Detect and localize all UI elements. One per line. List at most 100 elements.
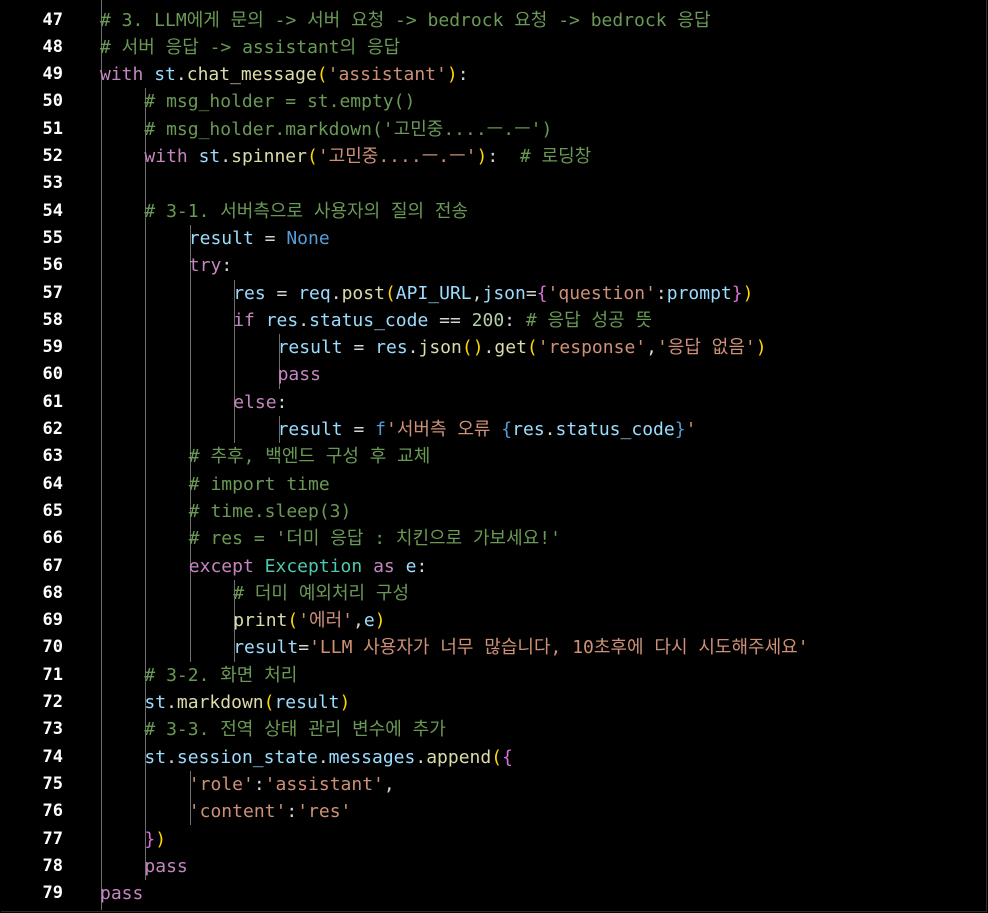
code-token: = [265, 282, 299, 304]
code-token: # 응답 성공 뜻 [525, 309, 653, 331]
code-line[interactable]: 68 # 더미 예외처리 구성 [0, 580, 988, 607]
line-number: 51 [42, 118, 63, 139]
code-text: with st.spinner('고민중....ㅡ.ㅡ'): # 로딩창 [144, 143, 591, 170]
code-token: session_state [176, 746, 318, 768]
code-text: result='LLM 사용자가 너무 많습니다, 10초후에 다시 시도해주세… [233, 634, 808, 661]
code-line[interactable]: 65 # time.sleep(3) [0, 498, 988, 525]
code-line[interactable]: 73 # 3-3. 전역 상태 관리 변수에 추가 [0, 716, 988, 743]
code-token: () [461, 337, 484, 359]
line-number: 70 [42, 637, 63, 658]
code-line[interactable]: 74 st.session_state.messages.append({ [0, 744, 988, 771]
code-line[interactable]: 62 result = f'서버측 오류 {res.status_code}' [0, 416, 988, 443]
line-number: 71 [42, 664, 63, 685]
code-token: . [415, 746, 427, 768]
code-token: ( [384, 282, 396, 304]
code-token: result [233, 637, 299, 659]
code-line[interactable]: 72 st.markdown(result) [0, 689, 988, 716]
code-editor[interactable]: 47 # 3. LLM에게 문의 -> 서버 요청 -> bedrock 요청 -… [0, 0, 988, 913]
code-token: ( [287, 610, 299, 632]
code-token: markdown [176, 692, 264, 713]
code-token: ) [446, 64, 458, 86]
code-token: , [646, 337, 657, 359]
code-line[interactable]: 69 print('에러',e) [0, 607, 988, 634]
code-line[interactable]: 57 res = req.post(API_URL,json={'question… [0, 280, 988, 307]
code-text: res = req.post(API_URL,json={'question':… [233, 280, 753, 307]
line-number: 63 [42, 446, 63, 467]
code-token: { [502, 746, 513, 768]
code-text: # 3-2. 화면 처리 [144, 662, 297, 689]
code-token: ) [155, 828, 167, 850]
code-line[interactable]: 49 with st.chat_message('assistant'): [0, 61, 988, 88]
code-text: # 3-1. 서버측으로 사용자의 질의 전송 [144, 198, 468, 225]
code-line[interactable]: 79 pass [0, 880, 988, 907]
code-token: 'res' [297, 801, 352, 823]
line-number: 65 [42, 500, 63, 521]
code-text: except Exception as e: [189, 553, 427, 580]
code-token: pass [100, 883, 144, 905]
code-line[interactable]: 47 # 3. LLM에게 문의 -> 서버 요청 -> bedrock 요청 -… [0, 7, 988, 34]
code-line[interactable]: 71 # 3-2. 화면 처리 [0, 662, 988, 689]
code-token: , [383, 773, 395, 795]
code-line[interactable]: 76 'content':'res' [0, 798, 988, 825]
code-line[interactable]: 77}) [0, 826, 988, 853]
code-line[interactable]: 78 pass [0, 853, 988, 880]
code-text: # msg_holder = st.empty() [144, 88, 415, 115]
line-number: 76 [42, 801, 63, 822]
code-token: ' [685, 419, 697, 440]
code-token: e [405, 555, 417, 577]
code-token: # 3-3. 전역 상태 관리 변수에 추가 [144, 719, 446, 741]
code-line[interactable]: 64 # import time [0, 471, 988, 498]
code-line[interactable]: 58 if res.status_code == 200: # 응답 성공 뜻 [0, 307, 988, 334]
code-line[interactable]: 59 result = res.json().get('response','응답… [0, 334, 988, 361]
code-line[interactable]: 52 with st.spinner('고민중....ㅡ.ㅡ'): # 로딩창 [0, 143, 988, 170]
code-token: result [188, 227, 254, 249]
code-token: . [298, 309, 310, 331]
code-token: '에러' [298, 610, 354, 632]
code-token: 'response' [537, 337, 647, 359]
code-text: # time.sleep(3) [189, 498, 352, 525]
code-token: . [544, 419, 556, 440]
code-token: # 3-1. 서버측으로 사용자의 질의 전송 [144, 200, 469, 222]
code-token: ( [526, 337, 538, 359]
code-line[interactable]: 75 'role':'assistant', [0, 771, 988, 798]
code-token: } [674, 419, 686, 440]
code-text: with st.chat_message('assistant'): [100, 61, 469, 88]
code-line[interactable]: 66 # res = '더미 응답 : 치킨으로 가보세요!' [0, 525, 988, 552]
code-line[interactable]: 56 try: [0, 252, 988, 279]
code-token: { [536, 282, 548, 304]
code-token: : [221, 255, 233, 277]
code-token: : [487, 146, 520, 167]
code-token: . [175, 64, 187, 86]
code-line[interactable]: 60 pass [0, 361, 988, 388]
line-number: 72 [42, 692, 63, 712]
code-line[interactable]: 61 else: [0, 389, 988, 416]
code-token: pass [277, 364, 321, 386]
code-token: ) [755, 337, 767, 359]
code-text: result = res.json().get('response','응답 없… [278, 334, 767, 361]
code-line[interactable]: 55 result = None [0, 225, 988, 252]
code-token: spinner [231, 146, 307, 167]
code-token: res [233, 282, 266, 304]
code-token: 'role' [188, 773, 254, 795]
code-token: . [407, 337, 419, 359]
code-line[interactable]: 51 # msg_holder.markdown('고민중....ㅡ.ㅡ') [0, 116, 988, 143]
code-line[interactable]: 67 except Exception as e: [0, 553, 988, 580]
code-token: # 서버 응답 -> assistant의 응답 [100, 36, 401, 58]
code-line[interactable]: 70 result='LLM 사용자가 너무 많습니다, 10초후에 다시 시도해… [0, 634, 988, 661]
code-token: result [274, 692, 340, 713]
code-line[interactable]: 54 # 3-1. 서버측으로 사용자의 질의 전송 [0, 198, 988, 225]
code-token: result [277, 337, 343, 359]
code-token: with [144, 146, 188, 167]
code-line[interactable]: 53 [0, 170, 988, 197]
code-line[interactable]: 48 # 서버 응답 -> assistant의 응답 [0, 34, 988, 61]
code-token: Exception [264, 555, 363, 577]
code-token: status_code [309, 309, 429, 331]
code-line[interactable]: 63 # 추후, 백엔드 구성 후 교체 [0, 443, 988, 470]
code-text: st.markdown(result) [144, 689, 350, 716]
code-token: ( [263, 692, 275, 713]
code-text: # 추후, 백엔드 구성 후 교체 [189, 443, 430, 470]
code-line[interactable]: 50 # msg_holder = st.empty() [0, 88, 988, 115]
code-text: print('에러',e) [233, 607, 385, 634]
code-token: # 3-2. 화면 처리 [144, 664, 298, 686]
